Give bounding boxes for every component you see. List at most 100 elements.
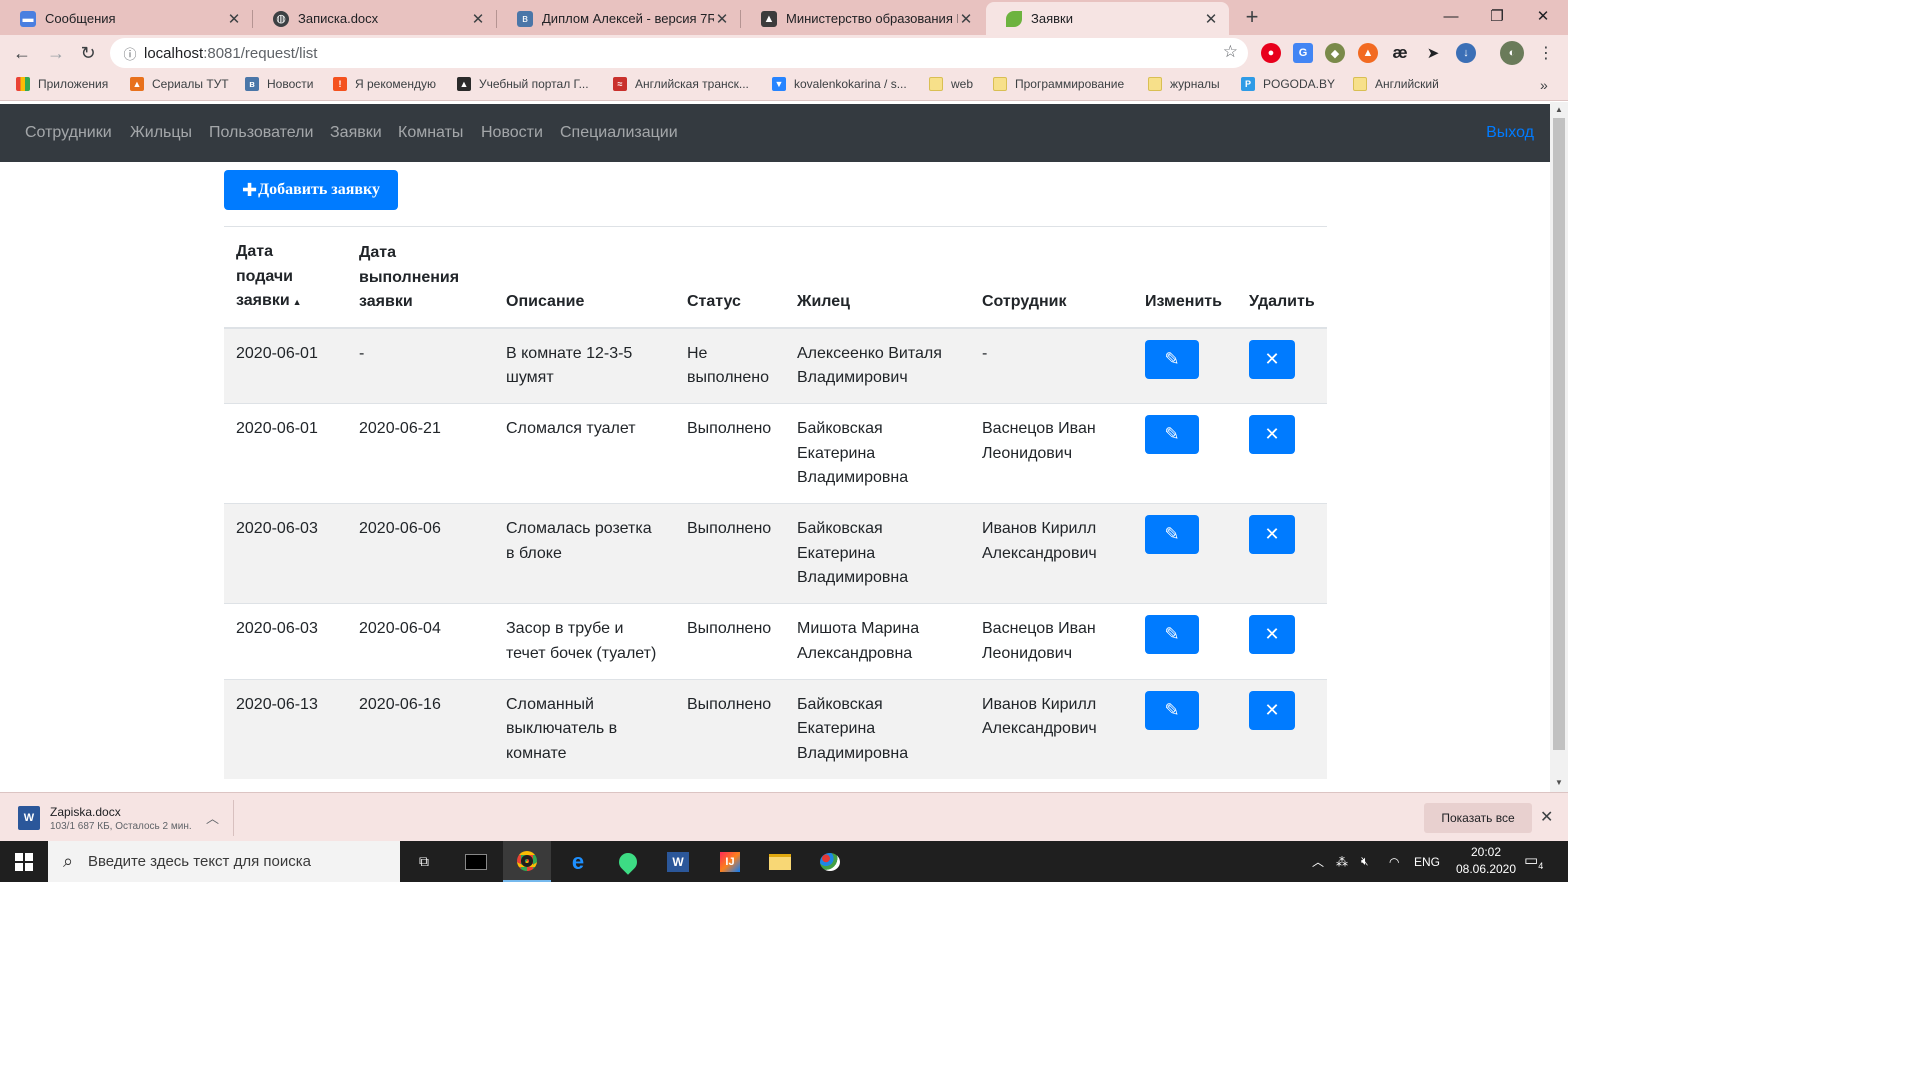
delete-button[interactable]: ✕ (1249, 515, 1295, 555)
tab-requests[interactable]: Заявки ✕ (986, 2, 1229, 35)
cell-resident: Алексеенко Виталя Владимирович (785, 327, 970, 404)
bookmark-bitbucket[interactable]: ▼ kovalenkokarina / s... (772, 77, 907, 91)
ae-extension-icon[interactable]: æ (1390, 43, 1410, 63)
shield-extension-icon[interactable]: ◆ (1325, 43, 1345, 63)
sort-ascending-icon[interactable]: ▲ (293, 297, 302, 307)
download-shelf: W Zapiska.docx 103/1 687 КБ, Осталось 2 … (0, 792, 1568, 841)
taskbar-clock[interactable]: 20:02 08.06.2020 (1446, 844, 1526, 878)
notifications-icon[interactable]: ▭4 (1524, 851, 1543, 871)
page-scrollbar[interactable]: ▲ ▼ (1550, 102, 1568, 792)
fire-extension-icon[interactable]: ▲ (1358, 43, 1378, 63)
bookmark-recommend[interactable]: ! Я рекомендую (333, 77, 436, 91)
info-icon[interactable]: ⓘ (116, 44, 144, 63)
download-extension-icon[interactable]: ↓ (1456, 43, 1476, 63)
header-date-submit[interactable]: Дата подачи заявки ▲ (224, 226, 347, 329)
recommend-icon: ! (333, 77, 347, 91)
translate-icon[interactable]: G (1293, 43, 1313, 63)
adblock-icon[interactable]: ● (1261, 43, 1281, 63)
new-tab-button[interactable]: + (1240, 4, 1264, 30)
chrome-icon[interactable] (503, 841, 551, 882)
bookmark-news[interactable]: в Новости (245, 77, 313, 91)
bookmark-serials[interactable]: ▲ Сериалы ТУТ (130, 77, 229, 91)
tab-close-icon[interactable]: ✕ (714, 10, 730, 28)
paint-icon[interactable] (806, 841, 854, 882)
edit-button[interactable]: ✎ (1145, 690, 1199, 730)
delete-button[interactable]: ✕ (1249, 339, 1295, 379)
tab-diploma[interactable]: в Диплом Алексей - версия 7R.pd ✕ (497, 2, 740, 35)
table-header-row: Дата подачи заявки ▲ Дата выполнения заяв… (224, 226, 1327, 329)
tab-close-icon[interactable]: ✕ (1203, 10, 1219, 28)
language-indicator[interactable]: ENG (1414, 841, 1440, 882)
profile-avatar[interactable]: ◐ (1500, 41, 1524, 65)
cell-description: Сломанный выключатель в комнате (494, 678, 675, 779)
nav-users[interactable]: Пользователи (209, 124, 313, 142)
intellij-icon[interactable]: IJ (706, 841, 754, 882)
windows-start-button[interactable] (0, 841, 48, 882)
cursor-extension-icon[interactable]: ➤ (1423, 43, 1443, 63)
edit-button[interactable]: ✎ (1145, 414, 1199, 454)
bookmark-folder-journals[interactable]: журналы (1148, 77, 1220, 91)
bookmark-apps[interactable]: Приложения (16, 77, 108, 91)
tab-zapiska[interactable]: ◍ Записка.docx ✕ (253, 2, 496, 35)
tab-close-icon[interactable]: ✕ (470, 10, 486, 28)
bookmark-transcription[interactable]: ≈ Английская транск... (613, 77, 749, 91)
tray-chevron-icon[interactable]: ︿ (1312, 841, 1324, 882)
nav-news[interactable]: Новости (481, 124, 543, 142)
more-bookmarks-button[interactable]: » (1540, 77, 1548, 93)
edit-button[interactable]: ✎ (1145, 615, 1199, 655)
scroll-up-icon[interactable]: ▲ (1550, 105, 1568, 114)
address-bar[interactable]: ⓘ localhost:8081/request/list ☆ (110, 38, 1248, 68)
maximize-icon[interactable]: ❐ (1474, 0, 1520, 32)
bookmark-study-portal[interactable]: ▲ Учебный портал Г... (457, 77, 589, 91)
add-request-button[interactable]: ✚ Добавить заявку (224, 170, 398, 210)
maps-pin-icon[interactable] (604, 841, 652, 882)
clock-date: 08.06.2020 (1455, 862, 1517, 876)
bookmark-star-icon[interactable]: ☆ (1223, 42, 1238, 62)
scroll-down-icon[interactable]: ▼ (1550, 778, 1568, 787)
scrollbar-thumb[interactable] (1553, 118, 1565, 750)
cell-date-done: 2020-06-21 (347, 402, 494, 504)
search-icon: ⌕ (62, 851, 74, 871)
nav-specializations[interactable]: Специализации (560, 124, 678, 142)
reload-icon[interactable]: ↻ (74, 39, 102, 67)
delete-button[interactable]: ✕ (1249, 615, 1295, 655)
nav-requests[interactable]: Заявки (330, 124, 382, 142)
logout-link[interactable]: Выход (1486, 124, 1534, 142)
close-window-icon[interactable]: ✕ (1520, 0, 1566, 32)
browser-tab-strip: ▬ Сообщения ✕ ◍ Записка.docx ✕ в Диплом … (0, 0, 1568, 35)
chevron-up-icon[interactable]: ︿ (206, 808, 219, 827)
minimize-icon[interactable]: — (1428, 0, 1474, 32)
tab-close-icon[interactable]: ✕ (958, 10, 974, 28)
bookmark-folder-programming[interactable]: Программирование (993, 77, 1124, 91)
menu-kebab-icon[interactable]: ⋮ (1532, 39, 1560, 67)
bookmark-pogoda[interactable]: P POGODA.BY (1241, 77, 1335, 91)
wifi-icon[interactable]: ◠ (1389, 841, 1399, 882)
bookmark-folder-web[interactable]: web (929, 77, 973, 91)
delete-button[interactable]: ✕ (1249, 690, 1295, 730)
download-item[interactable]: W Zapiska.docx 103/1 687 КБ, Осталось 2 … (12, 800, 234, 836)
network-tray-icon[interactable]: ⁂ (1336, 841, 1348, 882)
edit-button[interactable]: ✎ (1145, 515, 1199, 555)
tab-close-icon[interactable]: ✕ (226, 10, 242, 28)
file-explorer-icon[interactable] (756, 841, 804, 882)
tab-ministry[interactable]: ▲ Министерство образования Рес ✕ (741, 2, 984, 35)
forward-icon[interactable]: → (42, 39, 70, 67)
bookmark-folder-english[interactable]: Английский (1353, 77, 1439, 91)
show-all-downloads-button[interactable]: Показать все (1424, 803, 1532, 833)
back-icon[interactable]: ← (8, 39, 36, 67)
nav-residents[interactable]: Жильцы (130, 124, 192, 142)
terminal-icon[interactable] (452, 841, 500, 882)
volume-muted-icon[interactable]: 🔇︎ (1361, 841, 1369, 882)
edit-button[interactable]: ✎ (1145, 339, 1199, 379)
tab-messages[interactable]: ▬ Сообщения ✕ (0, 2, 252, 35)
cell-date-submit: 2020-06-01 (224, 327, 347, 404)
word-icon[interactable]: W (654, 841, 702, 882)
cell-description: Сломался туалет (494, 402, 675, 504)
task-view-icon[interactable]: ⧉ (400, 841, 448, 882)
nav-employees[interactable]: Сотрудники (25, 124, 112, 142)
delete-button[interactable]: ✕ (1249, 414, 1295, 454)
close-shelf-icon[interactable]: ✕ (1540, 807, 1553, 827)
edge-icon[interactable]: e (554, 841, 602, 882)
taskbar-search[interactable]: ⌕ Введите здесь текст для поиска (48, 841, 400, 882)
nav-rooms[interactable]: Комнаты (398, 124, 463, 142)
